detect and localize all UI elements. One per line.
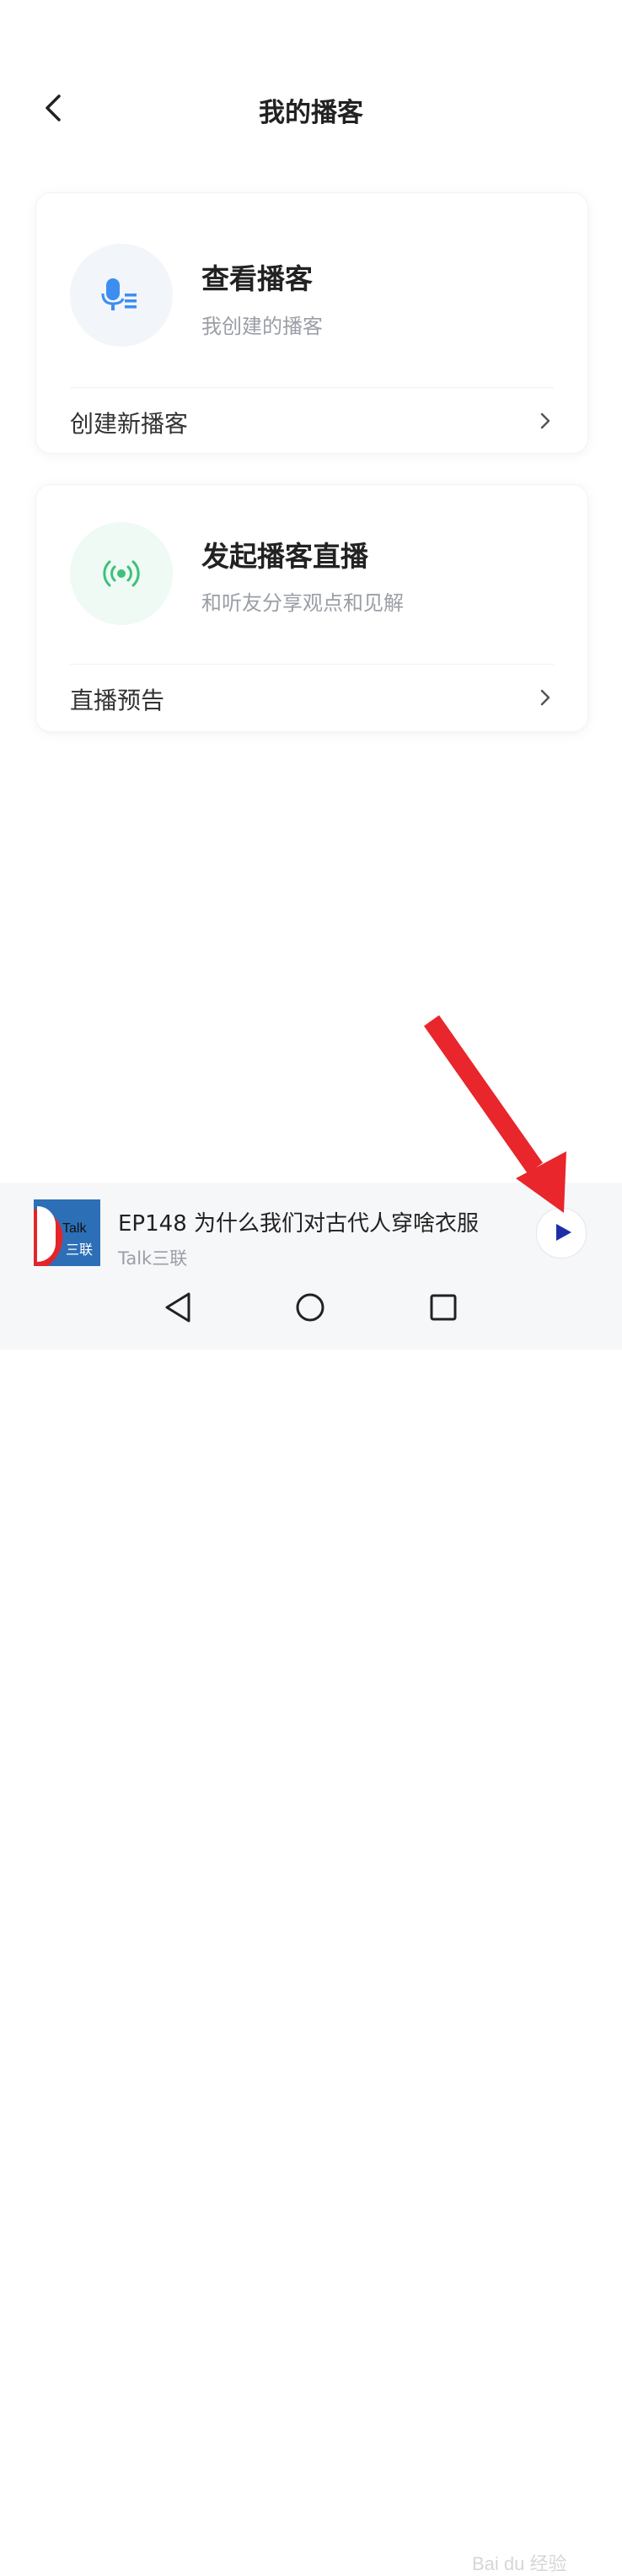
divider (70, 387, 554, 388)
cover-text-bottom: 三联 (66, 1242, 94, 1258)
system-nav-bar: Bai du 经验 (0, 1274, 622, 2574)
header: 我的播客 (0, 67, 622, 148)
broadcast-icon (103, 560, 140, 587)
start-live-subtitle: 和听友分享观点和见解 (201, 591, 404, 615)
podcast-cover[interactable]: Talk 三联 (34, 1199, 100, 1266)
start-live-icon-circle[interactable] (70, 522, 173, 625)
home-circle-icon (296, 1293, 324, 1322)
view-podcast-icon-circle[interactable] (70, 244, 173, 347)
watermark: Bai du 经验 (472, 2553, 567, 2574)
microphone-list-icon (101, 278, 137, 310)
chevron-right-icon[interactable] (537, 686, 554, 709)
nav-recents-button[interactable] (425, 1289, 462, 1326)
start-live-title[interactable]: 发起播客直播 (201, 534, 368, 574)
track-author: Talk三联 (118, 1248, 188, 1269)
play-button[interactable] (536, 1208, 587, 1258)
divider (70, 664, 554, 665)
view-podcast-subtitle: 我创建的播客 (201, 315, 323, 338)
track-title[interactable]: EP148 为什么我们对古代人穿啥衣服 (118, 1206, 510, 1237)
start-live-card: 发起播客直播 和听友分享观点和见解 直播预告 (35, 484, 588, 732)
view-podcast-title[interactable]: 查看播客 (201, 256, 313, 297)
back-triangle-icon (165, 1292, 190, 1323)
live-preview-link[interactable]: 直播预告 (70, 682, 164, 716)
create-podcast-link[interactable]: 创建新播客 (70, 406, 188, 439)
page-title: 我的播客 (259, 98, 363, 128)
nav-home-button[interactable] (292, 1289, 329, 1326)
nav-back-button[interactable] (160, 1289, 197, 1326)
chevron-right-icon[interactable] (537, 409, 554, 433)
view-podcast-card: 查看播客 我创建的播客 创建新播客 (35, 192, 588, 454)
play-icon (556, 1224, 571, 1241)
recents-square-icon (430, 1294, 457, 1321)
cover-text-top: Talk (62, 1221, 87, 1236)
